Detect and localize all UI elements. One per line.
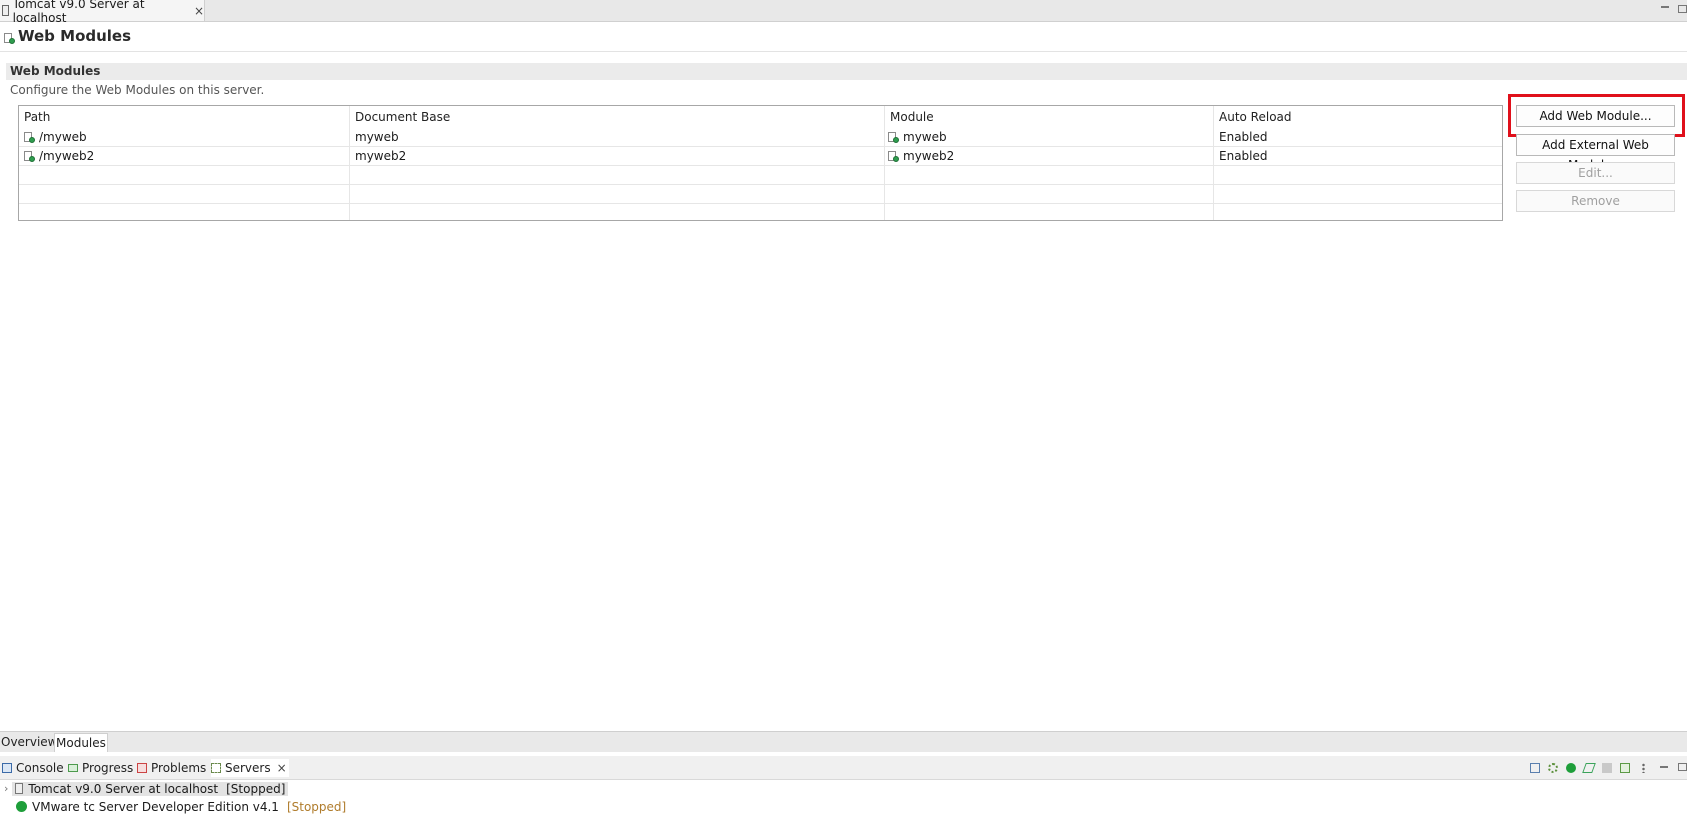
section-description: Configure the Web Modules on this server… xyxy=(10,83,265,97)
web-module-icon xyxy=(24,131,35,143)
editor-tab-bar: Tomcat v9.0 Server at localhost × xyxy=(0,0,1687,25)
maximize-icon[interactable] xyxy=(1678,5,1687,13)
server-status: [Stopped] xyxy=(286,799,347,814)
servers-icon xyxy=(211,763,221,773)
cell-document-base: myweb2 xyxy=(355,149,407,163)
console-icon xyxy=(2,763,12,773)
column-header-auto-reload[interactable]: Auto Reload xyxy=(1219,110,1292,124)
stop-server-icon[interactable] xyxy=(1602,763,1612,773)
progress-icon xyxy=(68,764,78,772)
editor-tab-label: Tomcat v9.0 Server at localhost xyxy=(12,0,145,25)
publish-icon[interactable] xyxy=(1620,763,1630,773)
tab-console-label: Console xyxy=(16,761,64,775)
path-text: /myweb xyxy=(39,130,87,144)
debug-server-icon[interactable] xyxy=(1548,763,1558,773)
web-module-icon xyxy=(888,131,899,143)
section-header-bar xyxy=(6,63,1687,80)
column-header-module[interactable]: Module xyxy=(890,110,934,124)
module-text: myweb xyxy=(903,130,947,144)
section-title: Web Modules xyxy=(10,64,101,78)
editor-tab-tomcat[interactable]: Tomcat v9.0 Server at localhost × xyxy=(0,0,205,25)
views-tab-bar: Console Progress Problems Servers × xyxy=(0,756,1687,780)
tab-console[interactable]: Console xyxy=(2,759,64,777)
close-icon[interactable]: × xyxy=(194,4,204,18)
server-icon xyxy=(2,5,9,16)
server-status: [Stopped] xyxy=(226,781,286,796)
tab-servers-label: Servers xyxy=(225,761,271,775)
collapse-all-icon[interactable] xyxy=(1530,763,1540,773)
server-row-tomcat[interactable]: › Tomcat v9.0 Server at localhost [Stopp… xyxy=(4,780,289,797)
server-name: VMware tc Server Developer Edition v4.1 xyxy=(32,799,279,814)
remove-button[interactable]: Remove xyxy=(1516,190,1675,212)
cell-path: /myweb2 xyxy=(24,147,94,165)
page-title: Web Modules xyxy=(18,27,132,45)
view-menu-icon[interactable] xyxy=(1642,763,1645,773)
tab-progress[interactable]: Progress xyxy=(68,759,133,777)
vmware-server-icon xyxy=(16,801,27,812)
module-text: myweb2 xyxy=(903,149,955,163)
row-divider xyxy=(19,184,1502,185)
problems-icon xyxy=(137,763,147,773)
minimize-icon[interactable] xyxy=(1660,766,1668,768)
row-divider xyxy=(19,165,1502,166)
row-divider xyxy=(19,203,1502,204)
web-module-icon xyxy=(888,150,899,162)
web-module-icon xyxy=(24,150,35,162)
server-row-vmware[interactable]: VMware tc Server Developer Edition v4.1 … xyxy=(16,798,346,815)
start-server-icon[interactable] xyxy=(1566,763,1576,773)
web-modules-icon xyxy=(4,33,19,47)
tab-overview[interactable]: Overview xyxy=(0,733,59,751)
path-text: /myweb2 xyxy=(39,149,95,163)
tab-modules[interactable]: Modules xyxy=(54,733,108,752)
column-header-path[interactable]: Path xyxy=(24,110,50,124)
header-divider xyxy=(0,51,1687,52)
cell-module: myweb xyxy=(888,128,947,146)
cell-path: /myweb xyxy=(24,128,87,146)
minimize-icon[interactable] xyxy=(1661,6,1669,8)
close-icon[interactable]: × xyxy=(277,761,287,775)
highlight-box xyxy=(1508,94,1685,137)
server-name: Tomcat v9.0 Server at localhost xyxy=(28,781,219,796)
row-divider xyxy=(19,146,1502,147)
web-modules-table[interactable]: Path Document Base Module Auto Reload /m… xyxy=(18,105,1503,221)
tab-servers[interactable]: Servers × xyxy=(211,759,289,777)
maximize-icon[interactable] xyxy=(1678,763,1687,771)
server-icon xyxy=(15,783,24,794)
tab-progress-label: Progress xyxy=(82,761,134,775)
cell-document-base: myweb xyxy=(355,130,399,144)
add-external-web-module-button[interactable]: Add External Web Module... xyxy=(1516,134,1675,172)
tab-problems[interactable]: Problems xyxy=(137,759,206,777)
chevron-right-icon[interactable]: › xyxy=(4,782,8,795)
editor-page-tabs: Overview Modules xyxy=(0,731,1687,752)
cell-module: myweb2 xyxy=(888,147,954,165)
edit-button[interactable]: Edit... xyxy=(1516,162,1675,184)
cell-auto-reload: Enabled xyxy=(1219,130,1268,144)
cell-auto-reload: Enabled xyxy=(1219,149,1268,163)
tab-problems-label: Problems xyxy=(151,761,207,775)
column-header-document-base[interactable]: Document Base xyxy=(355,110,450,124)
